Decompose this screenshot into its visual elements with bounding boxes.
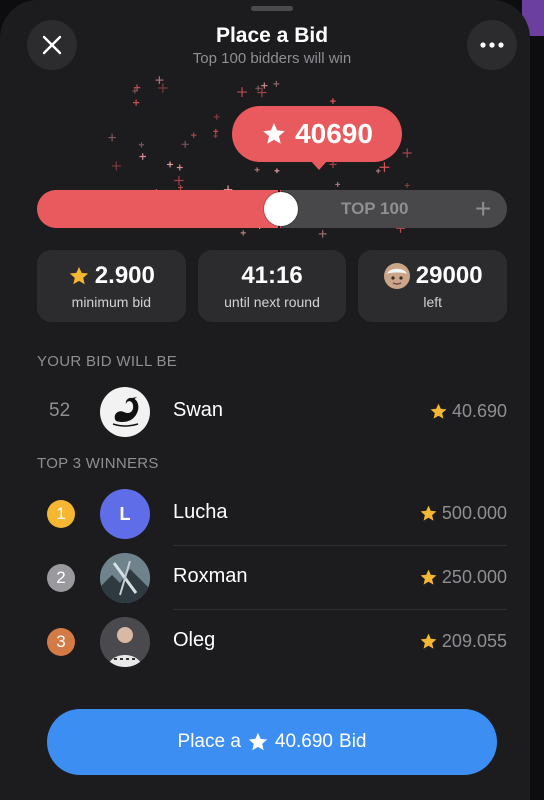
bid-slider-fill xyxy=(37,190,281,228)
star-icon xyxy=(263,123,285,144)
bid-sheet: Place a Bid Top 100 bidders will win 406… xyxy=(0,0,530,800)
star-icon xyxy=(420,505,437,521)
your-bid-name: Swan xyxy=(173,399,224,421)
winner-row: 2 Roxman 250.000 xyxy=(37,550,507,606)
sparkle xyxy=(133,84,141,91)
star-icon xyxy=(248,732,268,751)
place-bid-suffix: Bid xyxy=(339,731,367,752)
sparkle xyxy=(237,87,247,97)
bubble-tail xyxy=(310,160,328,170)
sparkle xyxy=(274,168,280,174)
rank-medal: 3 xyxy=(47,628,75,656)
sparkle xyxy=(318,230,327,238)
sheet-title: Place a Bid xyxy=(215,24,329,47)
avatar xyxy=(100,617,150,667)
swan-icon xyxy=(112,397,139,427)
items-left-card: 29000 left xyxy=(358,250,508,322)
sparkle xyxy=(213,113,220,120)
bid-value-bubble: 40690 xyxy=(232,106,402,162)
person-photo-icon xyxy=(100,617,150,667)
winner-name: Oleg xyxy=(173,629,216,651)
star-icon xyxy=(430,403,447,419)
place-bid-amount: 40.690 xyxy=(274,731,334,752)
sparkle xyxy=(404,182,410,188)
sheet-subtitle: Top 100 bidders will win xyxy=(192,50,352,67)
sparkle xyxy=(402,148,412,158)
avatar xyxy=(100,553,150,603)
sparkle xyxy=(176,164,183,171)
winner-amount: 250.000 xyxy=(419,567,507,588)
row-divider xyxy=(173,545,507,546)
winner-name: Lucha xyxy=(173,501,228,523)
top-winners-heading: TOP 3 WINNERS xyxy=(37,455,159,472)
your-bid-amount-value: 40.690 xyxy=(451,401,507,421)
items-left-label: left xyxy=(423,294,443,310)
sparkle xyxy=(335,182,341,187)
sparkle xyxy=(167,161,173,168)
bid-slider-knob[interactable] xyxy=(264,192,298,226)
sparkle xyxy=(132,99,140,106)
sparkle xyxy=(155,76,164,85)
gift-icon xyxy=(383,263,410,289)
sparkle xyxy=(138,142,145,148)
sparkle xyxy=(330,98,336,104)
round-timer-card: 41:16 until next round xyxy=(197,250,347,322)
sparkle xyxy=(213,128,219,134)
winner-amount-value: 500.000 xyxy=(441,503,507,523)
rank-medal: 1 xyxy=(47,500,75,528)
increase-bid-button[interactable]: + xyxy=(475,192,491,226)
winner-amount: 500.000 xyxy=(419,503,507,524)
sparkle xyxy=(111,161,121,171)
star-icon xyxy=(420,633,437,649)
sparkle xyxy=(254,167,260,173)
avatar: L xyxy=(100,489,150,539)
sparkle xyxy=(213,133,218,139)
your-bid-row: 52 Swan 40.690 xyxy=(37,384,507,440)
landscape-photo-icon xyxy=(100,553,150,603)
sparkle xyxy=(257,87,267,98)
winner-amount: 209.055 xyxy=(419,631,507,652)
winner-name: Roxman xyxy=(173,565,248,587)
sparkle xyxy=(191,132,197,138)
row-divider xyxy=(173,609,507,610)
winner-amount-value: 250.000 xyxy=(441,567,507,587)
sparkle xyxy=(108,133,116,142)
sparkle xyxy=(174,175,184,186)
minimum-bid-label: minimum bid xyxy=(71,294,152,310)
your-bid-rank: 52 xyxy=(49,400,71,421)
star-icon xyxy=(69,266,88,285)
sparkle xyxy=(240,230,246,236)
items-left-value: 29000 xyxy=(415,262,483,289)
sparkle xyxy=(379,162,390,173)
round-timer-label: until next round xyxy=(224,294,320,310)
winner-row: 3 Oleg 209.055 xyxy=(37,614,507,670)
sparkle xyxy=(181,140,189,148)
star-icon xyxy=(420,569,437,585)
sparkle xyxy=(375,168,381,174)
your-bid-heading: YOUR BID WILL BE xyxy=(37,353,178,370)
rank-medal: 2 xyxy=(47,564,75,592)
place-bid-button[interactable]: Place a 40.690 Bid xyxy=(47,709,497,775)
sparkle xyxy=(261,82,268,89)
winner-amount-value: 209.055 xyxy=(441,631,507,651)
sparkle xyxy=(158,83,168,93)
sparkle xyxy=(255,85,262,92)
bid-value: 40690 xyxy=(295,118,373,149)
your-bid-amount: 40.690 xyxy=(429,401,507,422)
sparkle xyxy=(132,88,138,94)
sparkle xyxy=(139,153,146,160)
winner-row: 1 L Lucha 500.000 xyxy=(37,486,507,542)
avatar xyxy=(100,387,150,437)
sheet-grabber[interactable] xyxy=(251,6,293,11)
sparkle xyxy=(273,80,280,87)
auction-stats: 2.900 minimum bid 41:16 until next round… xyxy=(37,250,508,322)
slider-top-label: TOP 100 xyxy=(341,199,409,218)
round-timer-value: 41:16 xyxy=(241,262,303,289)
minimum-bid-value: 2.900 xyxy=(94,262,155,289)
minimum-bid-card: 2.900 minimum bid xyxy=(37,250,186,322)
place-bid-prefix: Place a xyxy=(177,731,241,752)
